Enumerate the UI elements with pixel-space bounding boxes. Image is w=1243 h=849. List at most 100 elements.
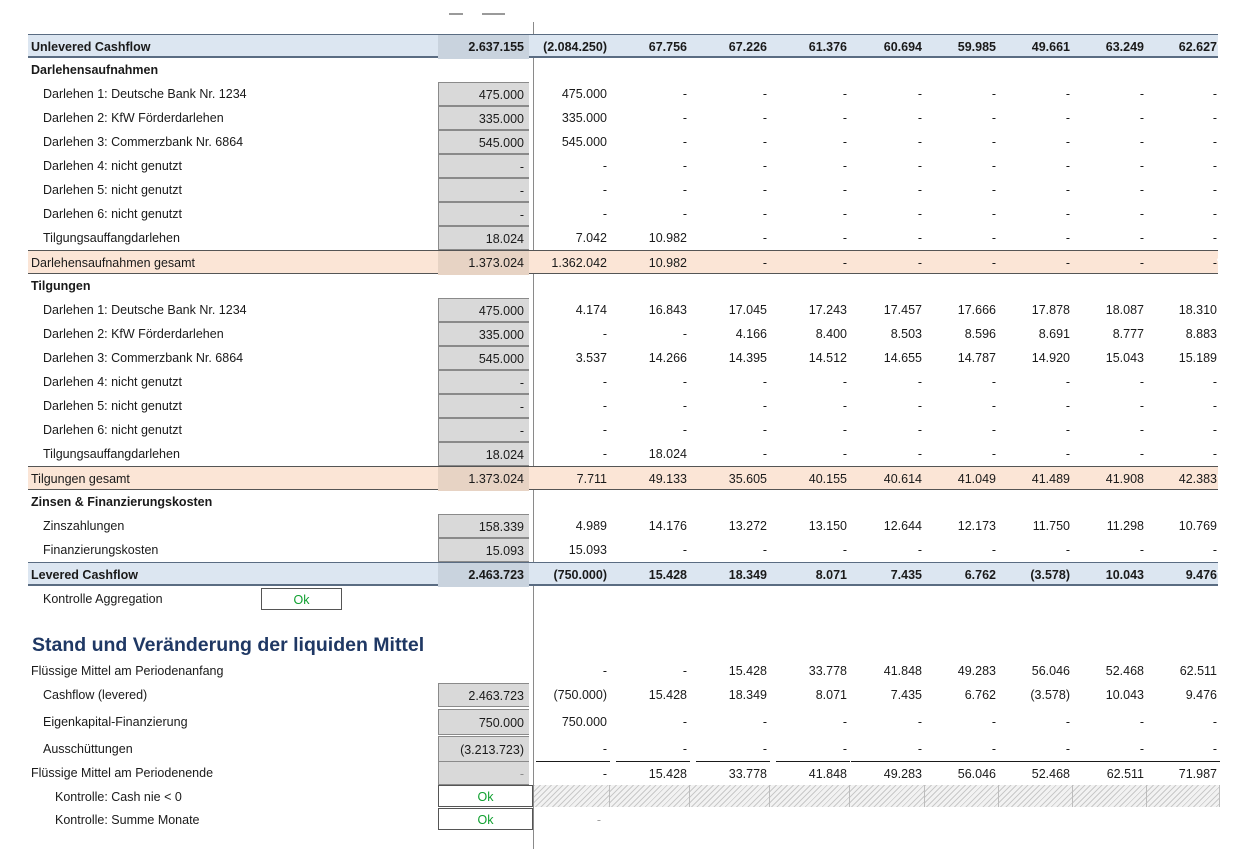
month-value: - (1212, 231, 1217, 245)
month-value: - (762, 447, 767, 461)
month-value: - (1212, 423, 1217, 437)
month-value: - (842, 207, 847, 221)
month-value: - (1212, 111, 1217, 125)
check-cash-status[interactable]: Ok (438, 785, 533, 807)
row-label: Tilgungsauffangdarlehen (43, 231, 180, 245)
month-value: 18.349 (728, 688, 767, 702)
month-value: - (762, 543, 767, 557)
month-value: 18.310 (1178, 303, 1217, 317)
month-value: 42.383 (1178, 472, 1217, 486)
month-value: 8.503 (890, 327, 922, 341)
month-value: 35.605 (728, 472, 767, 486)
month-value: - (682, 207, 687, 221)
month-value: - (1212, 207, 1217, 221)
month-value: - (682, 87, 687, 101)
month-value: - (602, 742, 607, 756)
month-value: - (1139, 256, 1144, 270)
section-header-row: Zinsen & Finanzierungskosten (28, 490, 1218, 514)
month-value: 41.049 (957, 472, 996, 486)
month-value: 14.266 (648, 351, 687, 365)
month-value: - (991, 399, 996, 413)
row-total: 545.000 (438, 130, 529, 154)
table-row: Darlehen 4: nicht genutzt - - - - - - - - - - (28, 154, 1218, 178)
month-value: 49.283 (957, 664, 996, 678)
row-label: Darlehen 6: nicht genutzt (43, 207, 182, 221)
month-value: 10.769 (1178, 519, 1217, 533)
month-value: 41.848 (776, 761, 850, 785)
month-value: - (1212, 543, 1217, 557)
table-row: Darlehensaufnahmen gesamt 1.373.024 1.362.… (28, 250, 1224, 275)
row-total: - (438, 154, 529, 178)
month-value: - (1139, 543, 1144, 557)
month-value: 7.042 (575, 231, 607, 245)
month-value: (750.000) (553, 568, 607, 582)
kontrolle-aggregation-status[interactable]: Ok (261, 588, 342, 610)
table-row: Ausschüttungen (3.213.723) - - - - - - - - - (28, 736, 1218, 762)
month-value: - (762, 375, 767, 389)
month-value: - (991, 183, 996, 197)
month-value: - (1065, 423, 1070, 437)
month-value: - (762, 715, 767, 729)
month-value: - (842, 423, 847, 437)
month-value: - (1139, 399, 1144, 413)
month-value: 33.778 (808, 664, 847, 678)
row-total: 2.463.723 (438, 563, 529, 587)
table-row: Darlehen 3: Commerzbank Nr. 6864 545.000 3… (28, 346, 1218, 370)
month-value: 59.985 (957, 40, 996, 54)
row-label: Kontrolle: Cash nie < 0 (55, 790, 182, 804)
month-value: 52.468 (1105, 664, 1144, 678)
row-total: 2.463.723 (438, 683, 529, 707)
month-value: 10.982 (648, 256, 687, 270)
table-row: Darlehen 5: nicht genutzt - - - - - - - - - - (28, 178, 1218, 202)
month-value: 14.655 (883, 351, 922, 365)
month-value: - (1065, 543, 1070, 557)
month-value: - (917, 159, 922, 173)
month-value: - (842, 256, 847, 270)
month-value: - (1139, 111, 1144, 125)
check-sum-status[interactable]: Ok (438, 808, 533, 830)
table-row: Tilgungen gesamt 1.373.024 7.711 49.133 35.6… (28, 466, 1224, 491)
month-value: - (682, 423, 687, 437)
table-row: Darlehen 5: nicht genutzt - - - - - - - - - - (28, 394, 1218, 418)
month-value: 14.395 (728, 351, 767, 365)
month-value: - (842, 399, 847, 413)
month-value: - (762, 423, 767, 437)
row-label: Unlevered Cashflow (31, 40, 151, 54)
month-value: 56.046 (1031, 664, 1070, 678)
month-value: - (842, 135, 847, 149)
month-value: 8.883 (1185, 327, 1217, 341)
month-value: - (991, 715, 996, 729)
month-value: - (1212, 87, 1217, 101)
month-value: 9.476 (1185, 568, 1217, 582)
month-value: 10.982 (648, 231, 687, 245)
month-value: - (1065, 742, 1070, 756)
month-value: - (1139, 159, 1144, 173)
month-value: 14.512 (808, 351, 847, 365)
month-value: - (842, 159, 847, 173)
month-value: 10.043 (1105, 688, 1144, 702)
month-value: 335.000 (561, 111, 607, 125)
month-value: - (1139, 375, 1144, 389)
month-value: (2.084.250) (543, 40, 607, 54)
row-total: 545.000 (438, 346, 529, 370)
month-value: - (917, 742, 922, 756)
month-value: 15.428 (616, 761, 690, 785)
table-row: Flüssige Mittel am Periodenende - -15.428 3… (28, 761, 1220, 785)
month-value: - (602, 183, 607, 197)
month-value: - (991, 375, 996, 389)
month-value: 11.298 (1106, 519, 1144, 533)
row-label: Flüssige Mittel am Periodenende (31, 766, 214, 780)
month-value: 67.756 (648, 40, 687, 54)
row-label: Darlehen 4: nicht genutzt (43, 159, 182, 173)
month-value: - (682, 742, 687, 756)
month-value: 475.000 (561, 87, 607, 101)
month-value: - (1212, 447, 1217, 461)
month-value: 15.093 (568, 543, 607, 557)
month-value: - (1139, 207, 1144, 221)
table-row: Tilgungsauffangdarlehen 18.024 7.042 10.982… (28, 226, 1218, 250)
row-total: - (438, 394, 529, 418)
kontrolle-aggregation-row: Kontrolle Aggregation (28, 587, 1218, 611)
row-total: - (438, 370, 529, 394)
month-value: - (682, 135, 687, 149)
section-header-label: Tilgungen (31, 279, 91, 293)
